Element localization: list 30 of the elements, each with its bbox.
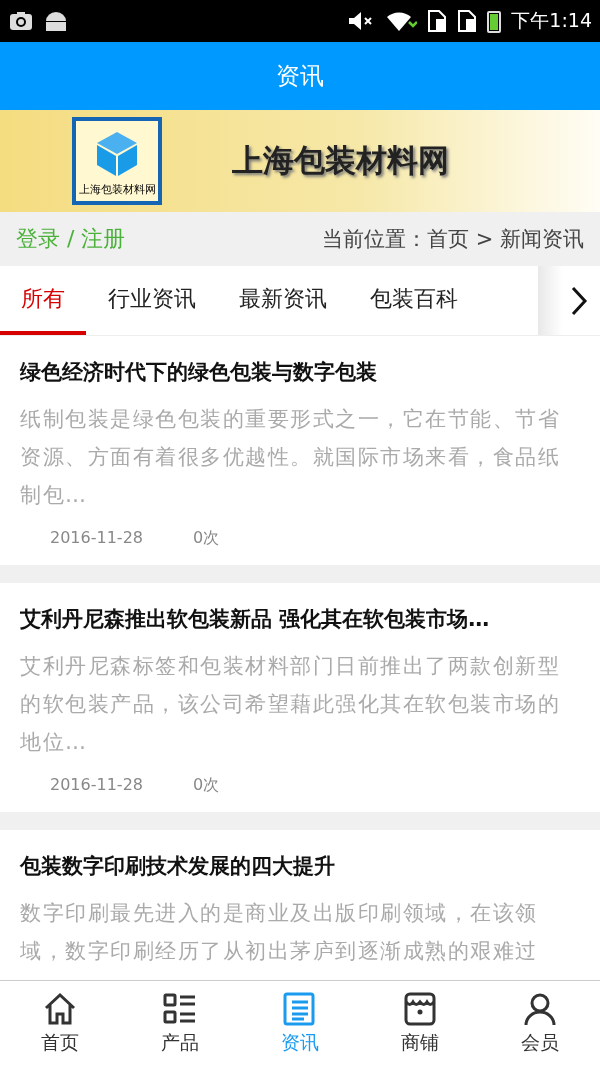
article-card[interactable]: 艾利丹尼森推出软包装新品 强化其在软包装市场… 艾利丹尼森标签和包装材料部门日前推出了两款创新型的软包装产品，该公司希望藉此强化其在软包装市场的地位… 2016-11-28 0次 <box>0 583 600 812</box>
article-card[interactable]: 包装数字印刷技术发展的四大提升 数字印刷最先进入的是商业及出版印刷领域，在该领域，数字印刷经历了从初出茅庐到逐渐成熟的艰难过 <box>0 830 600 980</box>
article-card[interactable]: 绿色经济时代下的绿色包装与数字包装 纸制包装是绿色包装的重要形式之一，它在节能、节省资源、方面有着很多优越性。就国际市场来看，食品纸制包… 2016-11-28 0次 <box>0 336 600 565</box>
article-title: 艾利丹尼森推出软包装新品 强化其在软包装市场… <box>20 606 491 633</box>
site-name: 上海包装材料网 <box>232 141 449 180</box>
view-count: 0次 <box>193 528 220 549</box>
page-title: 资讯 <box>276 61 324 92</box>
shop-icon <box>403 992 437 1026</box>
breadcrumb: 当前位置：首页 > 新闻资讯 <box>322 226 584 253</box>
home-icon <box>43 992 77 1026</box>
user-icon <box>523 992 557 1026</box>
camera-icon <box>8 10 34 32</box>
view-count: 0次 <box>193 775 220 796</box>
list-icon <box>163 992 197 1026</box>
wifi-icon <box>385 10 418 32</box>
article-title: 包装数字印刷技术发展的四大提升 <box>20 853 336 880</box>
article-summary: 艾利丹尼森标签和包装材料部门日前推出了两款创新型的软包装产品，该公司希望藉此强化其在软包装市场的地位… <box>20 653 561 756</box>
cube-icon <box>95 130 139 176</box>
article-summary: 数字印刷最先进入的是商业及出版印刷领域，在该领域，数字印刷经历了从初出茅庐到逐渐成熟的艰难过 <box>20 900 539 965</box>
sim-card-icon <box>457 9 478 33</box>
battery-icon <box>487 9 502 33</box>
chevron-right-icon <box>570 285 588 316</box>
article-title: 绿色经济时代下的绿色包装与数字包装 <box>20 359 378 386</box>
logo-text: 上海包装材料网 <box>78 182 156 197</box>
article-summary: 纸制包装是绿色包装的重要形式之一，它在节能、节省资源、方面有着很多优越性。就国际市场来看，食品纸制包… <box>20 406 561 509</box>
news-icon <box>283 992 317 1026</box>
status-time: 下午1:14 <box>511 8 592 33</box>
article-date: 2016-11-28 <box>50 528 143 549</box>
sim-card-icon <box>427 9 448 33</box>
article-date: 2016-11-28 <box>50 775 143 796</box>
